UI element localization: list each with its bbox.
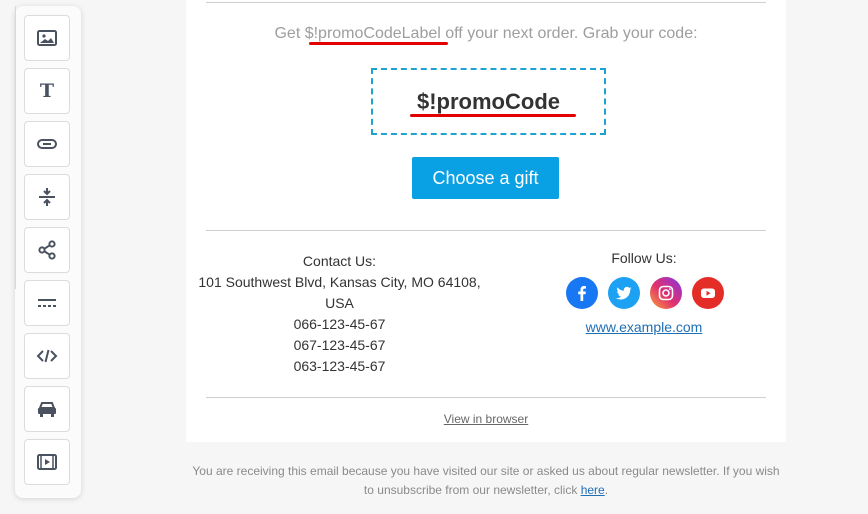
promo-code: $!promoCode <box>417 89 560 114</box>
unsubscribe-text: You are receiving this email because you… <box>192 464 780 497</box>
promo-code-label: $!promoCodeLabel <box>304 25 441 42</box>
website-link[interactable]: www.example.com <box>564 319 724 335</box>
facebook-icon <box>578 286 586 301</box>
contact-phone: 067-123-45-67 <box>293 337 386 353</box>
video-block-icon <box>37 454 57 470</box>
contact-phone: 063-123-45-67 <box>293 358 386 374</box>
instagram-icon <box>658 285 674 301</box>
spacer-block-icon <box>39 188 55 206</box>
unsubscribe-period: . <box>604 483 609 497</box>
banner-block-button[interactable] <box>24 386 70 432</box>
follow-us-title: Follow Us: <box>611 250 677 266</box>
contact-address-line-1: 101 Southwest Blvd, Kansas City, MO 6410… <box>198 274 481 290</box>
youtube-icon <box>701 288 715 298</box>
promo-code-box[interactable]: $!promoCode <box>371 68 606 135</box>
view-in-browser-link[interactable]: View in browser <box>186 412 786 426</box>
facebook-link[interactable] <box>566 277 598 309</box>
divider-block-button[interactable] <box>24 280 70 326</box>
instagram-link[interactable] <box>650 277 682 309</box>
banner-block-icon <box>38 402 56 417</box>
button-block-button[interactable] <box>24 121 70 167</box>
html-block-button[interactable] <box>24 333 70 379</box>
contact-address-line-2: USA <box>325 295 354 311</box>
spacer-block-button[interactable] <box>24 174 70 220</box>
button-block-icon <box>37 139 57 149</box>
social-block-button[interactable] <box>24 227 70 273</box>
twitter-icon <box>616 286 632 300</box>
email-body: Get $!promoCodeLabel off your next order… <box>186 0 786 442</box>
image-block-icon <box>37 30 57 46</box>
twitter-link[interactable] <box>608 277 640 309</box>
promo-prefix: Get <box>274 25 305 42</box>
text-block-icon: T <box>39 80 55 102</box>
unsubscribe-note: You are receiving this email because you… <box>186 462 786 500</box>
top-divider <box>206 2 766 3</box>
contact-phone: 066-123-45-67 <box>293 316 386 332</box>
bottom-divider <box>206 397 766 398</box>
promo-suffix: off your next order. Grab your code: <box>440 25 698 42</box>
social-block-icon <box>38 240 56 260</box>
block-toolbar: T <box>15 6 81 498</box>
divider-block-icon <box>38 299 56 307</box>
promo-text: Get $!promoCodeLabel off your next order… <box>186 25 786 43</box>
image-block-button[interactable] <box>24 15 70 61</box>
promo-code-highlight <box>410 114 576 117</box>
promo-label-highlight <box>309 42 448 45</box>
video-block-button[interactable] <box>24 439 70 485</box>
unsubscribe-link[interactable]: here <box>581 483 605 497</box>
choose-gift-button[interactable]: Choose a gift <box>412 157 559 199</box>
contact-title: Contact Us: <box>302 253 377 269</box>
toolbar-divider <box>15 6 16 289</box>
middle-divider <box>206 230 766 231</box>
text-block-button[interactable]: T <box>24 68 70 114</box>
html-code-block-icon <box>36 349 58 363</box>
youtube-link[interactable] <box>692 277 724 309</box>
